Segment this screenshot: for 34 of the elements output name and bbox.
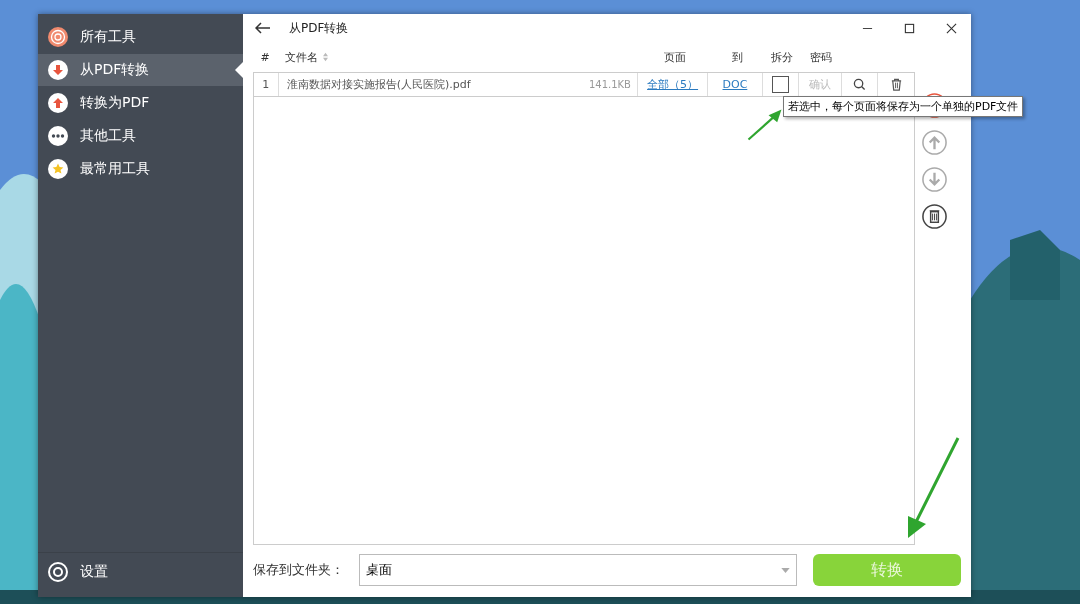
split-checkbox[interactable] [771,76,789,93]
sidebar-item[interactable]: 所有工具 [38,21,243,53]
column-header: 页面 [663,49,687,65]
sidebar-item[interactable]: 从PDF转换 [38,54,243,86]
column-header: 密码 [809,49,833,65]
sidebar-item[interactable]: 转换为PDF [38,87,243,119]
window-title: 从PDF转换 [289,19,349,37]
pages-link[interactable]: 全部（5） [647,77,699,92]
tooltip: 若选中，每个页面将保存为一个单独的PDF文件 [783,96,1024,117]
more-icon [48,126,68,146]
back-arrow-icon[interactable] [255,22,271,34]
maximize-icon[interactable] [904,22,915,34]
trash-icon[interactable] [921,203,948,230]
sort-icon [322,52,329,62]
column-header: # [259,50,271,64]
folder-dropdown[interactable]: 桌面 [359,554,797,586]
spiral-icon [48,27,68,47]
column-header: 拆分 [770,49,794,65]
search-icon[interactable] [853,78,867,91]
save-folder-label: 保存到文件夹： [253,561,345,579]
column-header: 到 [730,49,744,65]
format-link[interactable]: DOC [722,78,748,91]
file-name: 淮南数据对接实施报告(人民医院).pdf [286,77,471,92]
sidebar-item[interactable]: 其他工具 [38,120,243,152]
table-cell: 1 [254,73,279,96]
column-header[interactable]: 文件名 [277,49,640,65]
settings-icon [48,562,68,582]
arrow-icon [747,108,783,141]
sidebar-item[interactable]: 最常用工具 [38,153,243,185]
settings-item[interactable]: 设置 [38,552,243,589]
caret-icon [781,567,790,573]
file-size: 141.1KB [588,79,631,90]
trash-icon[interactable] [889,78,903,91]
close-icon[interactable] [946,22,957,34]
